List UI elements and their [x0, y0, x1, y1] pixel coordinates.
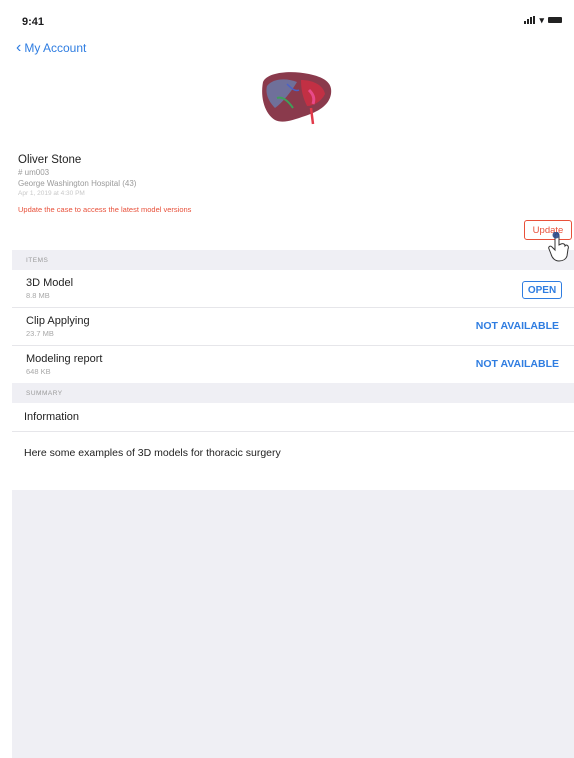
patient-id: # um003 [18, 168, 50, 177]
patient-info: Oliver Stone # um003 George Washington H… [12, 154, 574, 262]
signal-icon [524, 16, 536, 24]
patient-hospital: George Washington Hospital (43) [18, 179, 137, 188]
status-time: 9:41 [22, 16, 45, 28]
update-warning: Update the case to access the latest mod… [18, 205, 192, 214]
wifi-icon: ▾ [539, 15, 544, 25]
status-icons: ▾ [524, 15, 562, 25]
model-preview [12, 64, 574, 154]
item-row-modeling-report[interactable]: Modeling report 648 KB NOT AVAILABLE [12, 346, 574, 383]
summary-body: Here some examples of 3D models for thor… [24, 447, 281, 459]
status-bar: 9:41 ▾ [12, 10, 574, 32]
item-row-clip-applying[interactable]: Clip Applying 23.7 MB NOT AVAILABLE [12, 308, 574, 346]
item-row-3d-model[interactable]: 3D Model 8.8 MB OPEN [12, 270, 574, 308]
summary-section-header: SUMMARY [12, 383, 574, 403]
not-available-label: NOT AVAILABLE [475, 320, 559, 332]
hand-pointer-icon [548, 232, 569, 262]
patient-name: Oliver Stone [18, 154, 82, 166]
battery-icon [548, 17, 562, 23]
navigation-bar: ‹ My Account [12, 32, 574, 64]
back-button[interactable]: ‹ My Account [16, 39, 87, 56]
patient-date: Apr 1, 2019 at 4:30 PM [18, 190, 85, 197]
liver-model-icon [262, 72, 332, 125]
back-button-label: My Account [24, 41, 87, 55]
items-section-header: ITEMS [12, 250, 574, 270]
item-name: 3D Model [26, 277, 74, 289]
not-available-label: NOT AVAILABLE [475, 358, 559, 370]
chevron-left-icon: ‹ [16, 39, 22, 56]
empty-background [12, 490, 574, 758]
item-size: 8.8 MB [26, 291, 50, 300]
app-screen: 9:41 ▾ ‹ My Account Oliver Stone # um003 [12, 10, 574, 758]
summary-title: Information [12, 403, 574, 432]
open-button[interactable]: OPEN [522, 281, 562, 299]
